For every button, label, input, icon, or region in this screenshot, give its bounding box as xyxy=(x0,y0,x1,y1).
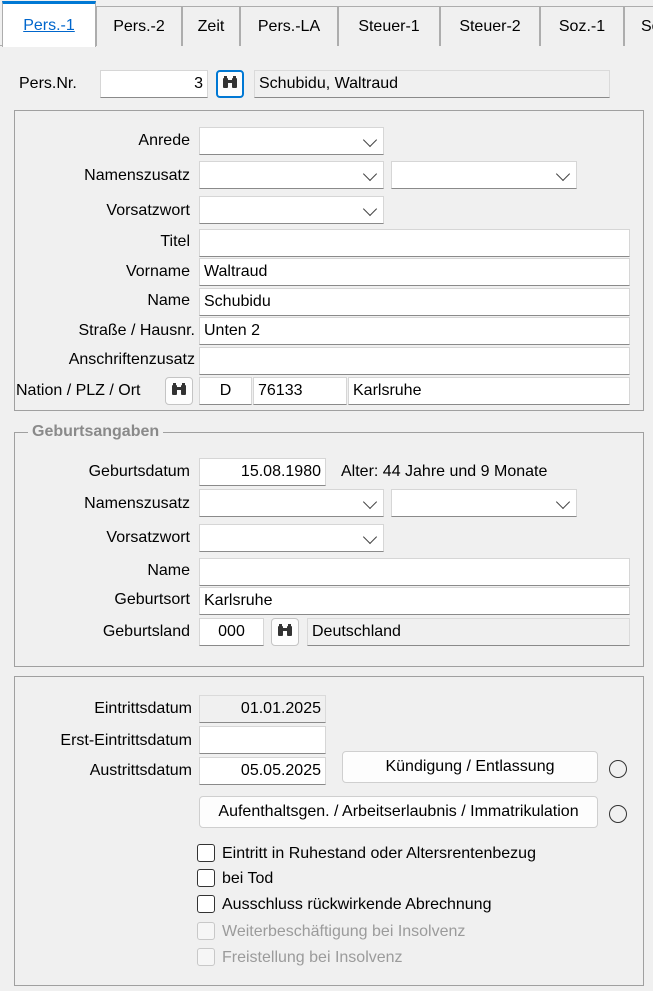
tod-label[interactable]: bei Tod xyxy=(222,869,273,889)
chevron-down-icon xyxy=(555,166,571,182)
chevron-down-icon xyxy=(362,132,378,148)
persnr-name-display: Schubidu, Waltraud xyxy=(254,70,610,98)
tab-bar: Pers.-1 Pers.-2 Zeit Pers.-LA Steuer-1 S… xyxy=(0,0,653,47)
anrede-select[interactable] xyxy=(199,127,384,155)
chevron-down-icon xyxy=(555,494,571,510)
geburtsort-input[interactable]: Karlsruhe xyxy=(199,587,630,615)
geburtsort-label: Geburtsort xyxy=(114,591,190,608)
name-label: Name xyxy=(147,292,190,309)
binoculars-icon xyxy=(172,382,186,400)
chevron-down-icon xyxy=(362,166,378,182)
chevron-down-icon xyxy=(362,201,378,217)
weiterbeschaeftigung-checkbox xyxy=(197,922,215,940)
tod-checkbox[interactable] xyxy=(197,869,215,887)
kuendigung-status-radio[interactable] xyxy=(609,760,627,778)
strasse-input[interactable]: Unten 2 xyxy=(199,317,630,345)
tab-pers-la[interactable]: Pers.-LA xyxy=(240,6,338,46)
aufenthalt-button[interactable]: Aufenthaltsgen. / Arbeitserlaubnis / Imm… xyxy=(199,796,598,828)
geburtsdatum-label: Geburtsdatum xyxy=(88,463,190,480)
geburtsname-input[interactable] xyxy=(199,558,630,586)
geburt-vorsatzwort-label: Vorsatzwort xyxy=(106,529,190,546)
vorsatzwort-label: Vorsatzwort xyxy=(106,202,190,219)
tab-steuer-1[interactable]: Steuer-1 xyxy=(338,6,440,46)
austrittsdatum-label: Austrittsdatum xyxy=(89,762,192,779)
namenszusatz-label: Namenszusatz xyxy=(84,167,190,184)
tab-pers-2[interactable]: Pers.-2 xyxy=(96,6,182,46)
ruhestand-label[interactable]: Eintritt in Ruhestand oder Altersrentenb… xyxy=(222,844,536,864)
aufenthalt-status-radio[interactable] xyxy=(609,805,627,823)
ort-input[interactable]: Karlsruhe xyxy=(348,377,630,405)
ersteintrittsdatum-input[interactable] xyxy=(199,726,326,754)
binoculars-icon xyxy=(278,623,292,641)
vorname-input[interactable]: Waltraud xyxy=(199,258,630,286)
persnr-input[interactable]: 3 xyxy=(100,70,208,98)
anrede-label: Anrede xyxy=(138,132,190,149)
anschriftenzusatz-input[interactable] xyxy=(199,347,630,375)
nation-input[interactable]: D xyxy=(199,377,252,405)
persnr-label: Pers.Nr. xyxy=(19,75,77,92)
freistellung-label: Freistellung bei Insolvenz xyxy=(222,949,403,966)
geburtsdatum-input[interactable]: 15.08.1980 xyxy=(199,458,326,486)
chevron-down-icon xyxy=(362,494,378,510)
nation-plz-ort-label: Nation / PLZ / Ort xyxy=(16,382,141,399)
chevron-down-icon xyxy=(362,529,378,545)
ersteintrittsdatum-label: Erst-Eintrittsdatum xyxy=(60,732,192,749)
ausschluss-checkbox[interactable] xyxy=(197,895,215,913)
geburtsland-lookup-button[interactable] xyxy=(271,618,299,646)
tab-soz-2[interactable]: Soz xyxy=(624,6,653,46)
ausschluss-label[interactable]: Ausschluss rückwirkende Abrechnung xyxy=(222,895,491,915)
plz-input[interactable]: 76133 xyxy=(253,377,347,405)
vorsatzwort-select[interactable] xyxy=(199,196,384,224)
anschriftenzusatz-label: Anschriftenzusatz xyxy=(68,351,195,368)
geburt-namenszusatz-label: Namenszusatz xyxy=(84,495,190,512)
geburtsangaben-legend: Geburtsangaben xyxy=(28,422,164,442)
tab-steuer-2[interactable]: Steuer-2 xyxy=(440,6,540,46)
geburtsland-label: Geburtsland xyxy=(102,623,190,640)
ruhestand-checkbox[interactable] xyxy=(197,844,215,862)
tab-zeit[interactable]: Zeit xyxy=(182,6,240,46)
namenszusatz-2-select[interactable] xyxy=(391,161,577,189)
geburtsname-label: Name xyxy=(147,562,190,579)
strasse-label: Straße / Hausnr. xyxy=(78,322,196,339)
weiterbeschaeftigung-label: Weiterbeschäftigung bei Insolvenz xyxy=(222,923,466,940)
nation-lookup-button[interactable] xyxy=(165,377,193,405)
geburtsland-code-input[interactable]: 000 xyxy=(199,618,264,646)
geburtsland-name-display: Deutschland xyxy=(307,618,630,646)
vorname-label: Vorname xyxy=(125,263,190,280)
geburt-vorsatzwort-select[interactable] xyxy=(199,524,384,552)
freistellung-checkbox xyxy=(197,948,215,966)
name-input[interactable]: Schubidu xyxy=(199,288,630,316)
tab-pers-1[interactable]: Pers.-1 xyxy=(2,1,96,47)
persnr-lookup-button[interactable] xyxy=(216,70,244,98)
tab-soz-1[interactable]: Soz.-1 xyxy=(540,6,624,46)
geburt-namenszusatz-2-select[interactable] xyxy=(391,489,577,517)
eintrittsdatum-label: Eintrittsdatum xyxy=(94,700,192,717)
titel-input[interactable] xyxy=(199,229,630,257)
alter-text: Alter: 44 Jahre und 9 Monate xyxy=(341,463,548,480)
titel-label: Titel xyxy=(160,233,190,250)
binoculars-icon xyxy=(223,75,237,93)
eintrittsdatum-input: 01.01.2025 xyxy=(199,695,326,723)
austrittsdatum-input[interactable]: 05.05.2025 xyxy=(199,757,326,785)
namenszusatz-select[interactable] xyxy=(199,161,384,189)
kuendigung-button[interactable]: Kündigung / Entlassung xyxy=(342,751,598,783)
geburt-namenszusatz-select[interactable] xyxy=(199,489,384,517)
